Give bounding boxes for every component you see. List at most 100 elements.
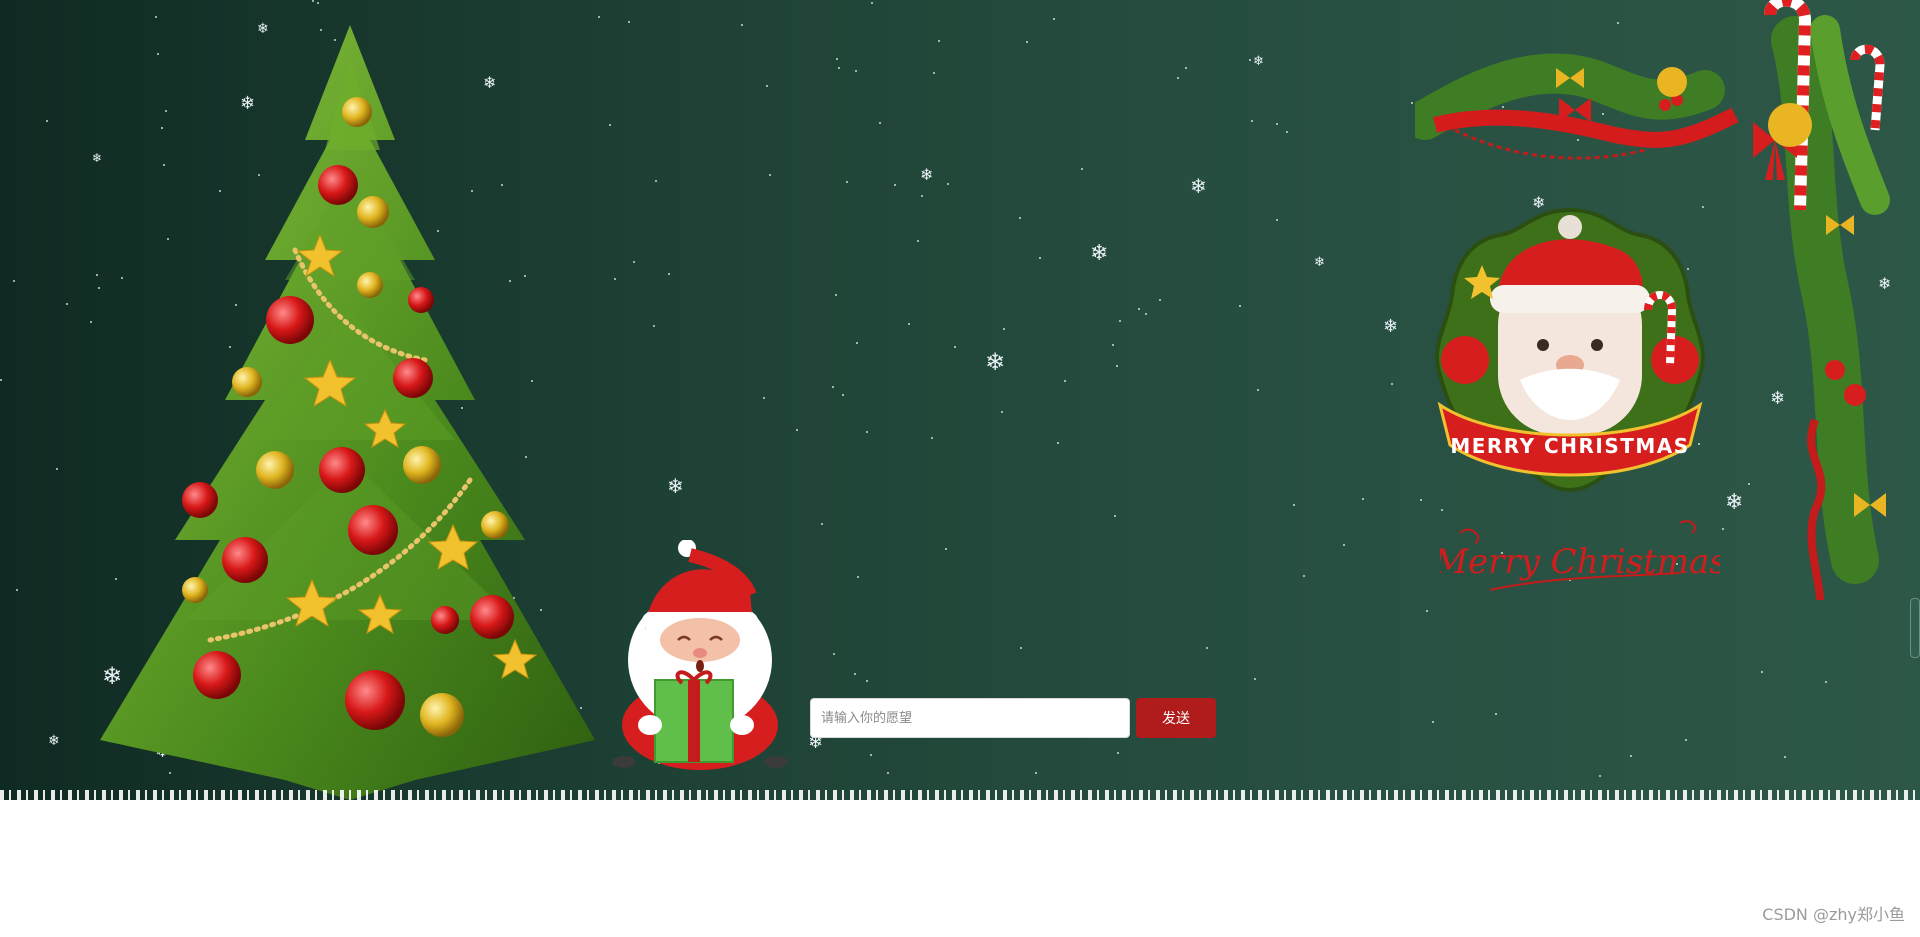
snow-dot bbox=[90, 321, 92, 323]
snow-dot bbox=[1411, 102, 1413, 104]
snow-dot bbox=[655, 180, 657, 182]
snow-dot bbox=[871, 2, 873, 4]
snow-dot bbox=[766, 85, 768, 87]
snow-dot bbox=[1276, 123, 1278, 125]
snow-dot bbox=[1251, 120, 1253, 122]
snow-dot bbox=[917, 240, 919, 242]
snow-dot bbox=[1053, 18, 1055, 20]
snow-dot bbox=[1206, 647, 1208, 649]
snow-dot bbox=[833, 653, 835, 655]
snow-dot bbox=[1064, 380, 1066, 382]
christmas-scene: ❄❄❄❄❄❄❄❄❄❄❄❄❄❄❄❄❄❄❄❄❄❄ bbox=[0, 0, 1920, 800]
christmas-tree-image bbox=[100, 25, 595, 800]
badge-banner-text: MERRY CHRISTMAS bbox=[1450, 434, 1689, 458]
snow-dot bbox=[317, 2, 319, 4]
snow-dot bbox=[1343, 544, 1345, 546]
snow-dot bbox=[854, 673, 856, 675]
merry-christmas-script-title: Merry Christmas bbox=[1440, 520, 1720, 591]
snow-dot bbox=[866, 431, 868, 433]
snow-dot bbox=[1003, 328, 1005, 330]
snow-dot bbox=[1035, 772, 1037, 774]
merry-christmas-santa-badge: MERRY CHRISTMAS bbox=[1435, 207, 1705, 493]
snow-dot bbox=[879, 122, 881, 124]
snowflake-icon: ❄ bbox=[48, 733, 60, 749]
snow-dot bbox=[1432, 721, 1434, 723]
wish-input[interactable] bbox=[810, 698, 1130, 738]
snow-dot bbox=[887, 772, 889, 774]
snow-dot bbox=[66, 303, 68, 305]
snow-dot bbox=[1057, 442, 1059, 444]
snow-dot bbox=[1185, 67, 1187, 69]
snow-dot bbox=[1159, 299, 1161, 301]
snowflake-icon: ❄ bbox=[1314, 255, 1325, 270]
snow-dot bbox=[1117, 752, 1119, 754]
snow-dot bbox=[842, 394, 844, 396]
snow-dot bbox=[769, 174, 771, 176]
snow-dot bbox=[614, 278, 616, 280]
wish-form: 发送 bbox=[810, 698, 1216, 738]
snow-dot bbox=[1303, 575, 1305, 577]
snow-dot bbox=[1177, 77, 1179, 79]
snow-dot bbox=[1286, 131, 1288, 133]
snow-dot bbox=[835, 294, 837, 296]
snow-dot bbox=[1119, 320, 1121, 322]
snow-dot bbox=[1293, 504, 1295, 506]
snow-dot bbox=[1495, 713, 1497, 715]
script-title-text: Merry Christmas bbox=[1440, 542, 1720, 582]
snowflake-icon: ❄ bbox=[1090, 241, 1109, 266]
snow-dot bbox=[846, 181, 848, 183]
snow-dot bbox=[598, 16, 600, 18]
snow-dot bbox=[931, 437, 933, 439]
send-button[interactable]: 发送 bbox=[1136, 698, 1216, 738]
snow-dot bbox=[1825, 681, 1827, 683]
snow-dot bbox=[16, 589, 18, 591]
snow-dot bbox=[938, 40, 940, 42]
snow-dot bbox=[1145, 313, 1147, 315]
snowflake-icon: ❄ bbox=[985, 348, 1006, 376]
snow-dot bbox=[870, 754, 872, 756]
snow-dot bbox=[1257, 389, 1259, 391]
snow-dot bbox=[1599, 775, 1601, 777]
snow-dot bbox=[933, 72, 935, 74]
snow-dot bbox=[1391, 383, 1393, 385]
snow-dot bbox=[1138, 308, 1140, 310]
snowflake-icon: ❄ bbox=[920, 165, 934, 184]
snow-dot bbox=[653, 325, 655, 327]
snow-dot bbox=[668, 273, 670, 275]
snow-dot bbox=[56, 468, 58, 470]
snow-dot bbox=[838, 67, 840, 69]
snow-dot bbox=[155, 16, 157, 18]
snow-dot bbox=[855, 70, 857, 72]
snow-dot bbox=[633, 261, 635, 263]
snow-dot bbox=[921, 195, 923, 197]
snow-dot bbox=[857, 576, 859, 578]
snow-dot bbox=[1249, 59, 1251, 61]
snow-dot bbox=[741, 24, 743, 26]
snow-dot bbox=[894, 184, 896, 186]
snow-dot bbox=[866, 680, 868, 682]
snow-dot bbox=[1081, 168, 1083, 170]
snow-dot bbox=[1362, 498, 1364, 500]
snow-dot bbox=[856, 342, 858, 344]
snow-dot bbox=[1254, 678, 1256, 680]
snow-dot bbox=[954, 346, 956, 348]
snow-dot bbox=[0, 379, 2, 381]
snow-dot bbox=[1001, 411, 1003, 413]
snow-dot bbox=[1039, 257, 1041, 259]
snow-dot bbox=[763, 397, 765, 399]
snow-dot bbox=[609, 124, 611, 126]
snow-dot bbox=[1685, 739, 1687, 741]
snow-dot bbox=[836, 58, 838, 60]
snow-dot bbox=[1276, 219, 1278, 221]
snow-strip bbox=[0, 790, 1920, 800]
scrollbar-thumb[interactable] bbox=[1910, 598, 1920, 658]
snow-dot bbox=[1239, 305, 1241, 307]
snow-dot bbox=[1112, 344, 1114, 346]
snow-dot bbox=[832, 386, 834, 388]
snow-dot bbox=[312, 0, 314, 2]
snow-dot bbox=[1114, 515, 1116, 517]
snow-dot bbox=[13, 280, 15, 282]
snow-dot bbox=[945, 548, 947, 550]
snow-dot bbox=[821, 523, 823, 525]
snowflake-icon: ❄ bbox=[1253, 54, 1264, 69]
